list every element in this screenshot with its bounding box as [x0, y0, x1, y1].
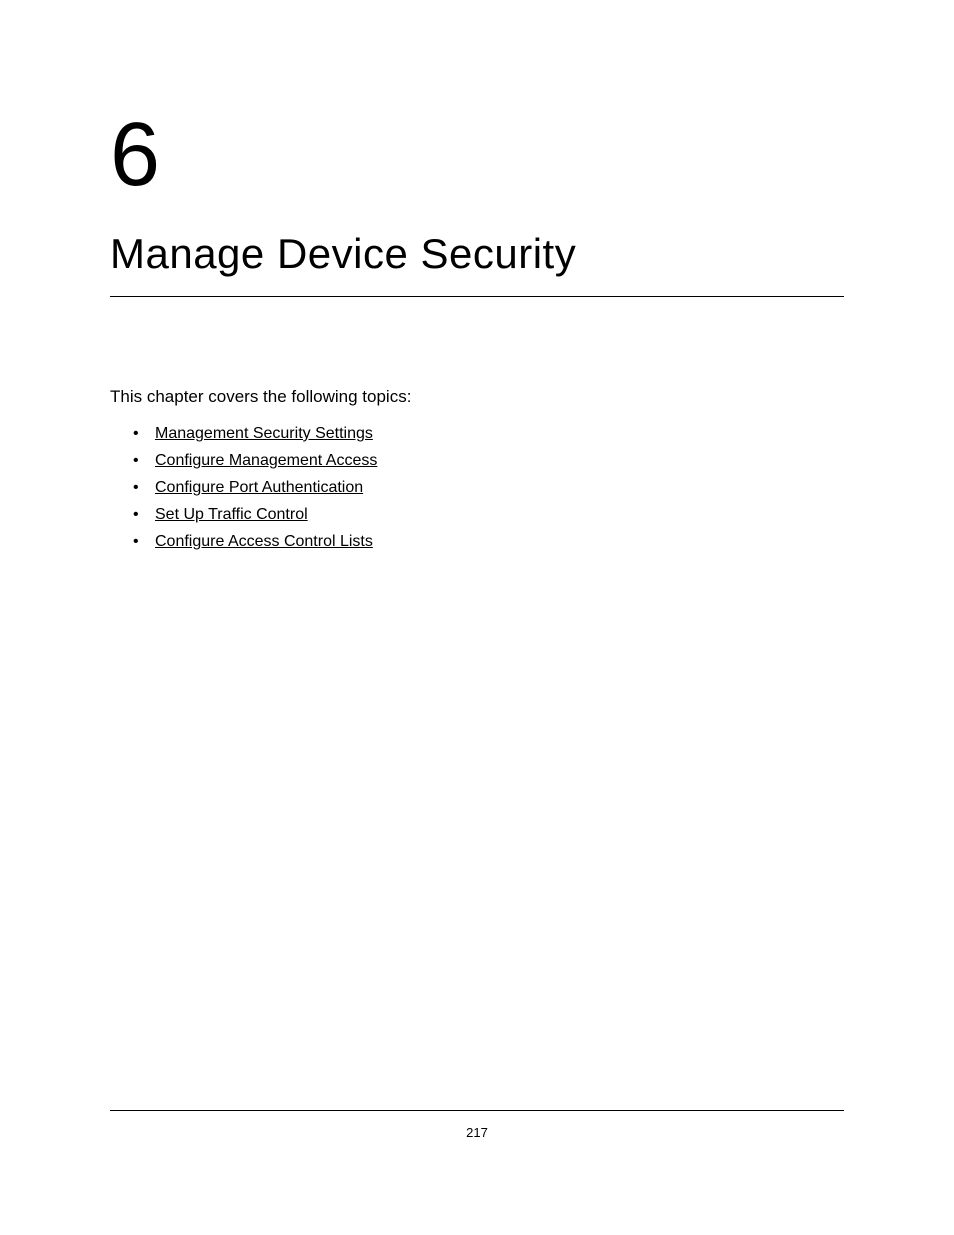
document-page: 6 Manage Device Security This chapter co… [0, 0, 954, 1235]
page-footer: 217 [110, 1110, 844, 1140]
topic-item: Configure Port Authentication [155, 479, 844, 497]
topic-list: Management Security Settings Configure M… [110, 425, 844, 551]
intro-text: This chapter covers the following topics… [110, 387, 844, 407]
topic-item: Management Security Settings [155, 425, 844, 443]
topic-link-4[interactable]: Configure Access Control Lists [155, 533, 373, 550]
footer-divider [110, 1110, 844, 1111]
topic-item: Set Up Traffic Control [155, 506, 844, 524]
topic-item: Configure Management Access [155, 452, 844, 470]
chapter-title: Manage Device Security [110, 230, 844, 297]
topic-link-1[interactable]: Configure Management Access [155, 452, 377, 469]
topic-item: Configure Access Control Lists [155, 533, 844, 551]
topic-link-2[interactable]: Configure Port Authentication [155, 479, 363, 496]
topic-link-0[interactable]: Management Security Settings [155, 425, 373, 442]
topic-link-3[interactable]: Set Up Traffic Control [155, 506, 308, 523]
chapter-number: 6 [110, 110, 844, 200]
page-number: 217 [110, 1125, 844, 1140]
